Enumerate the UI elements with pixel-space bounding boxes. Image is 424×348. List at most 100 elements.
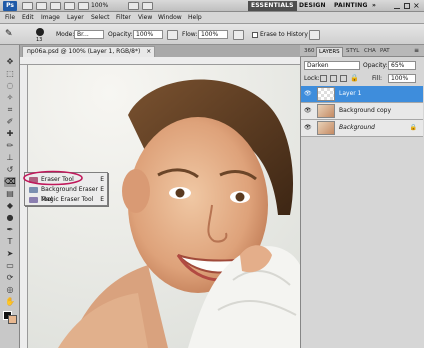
eraser-preset-icon[interactable]: ✎ — [5, 30, 13, 39]
erase-history-checkbox[interactable] — [252, 32, 258, 38]
bridge-icon[interactable] — [22, 2, 33, 10]
opacity-field[interactable]: 100% — [133, 30, 163, 39]
visibility-eye-icon[interactable]: 👁 — [304, 91, 312, 97]
background-color-swatch[interactable] — [8, 315, 17, 324]
layer-thumbnail — [317, 121, 335, 135]
workspace-design[interactable]: DESIGN — [299, 1, 326, 11]
menu-file[interactable]: File — [5, 14, 15, 21]
close-icon[interactable]: × — [413, 1, 420, 10]
blur-tool-icon[interactable]: ◆ — [4, 201, 16, 211]
maximize-icon[interactable] — [404, 3, 410, 9]
horizontal-ruler — [20, 57, 300, 65]
panel-menu-icon[interactable]: ≡ — [414, 47, 419, 54]
flyout-background-eraser-tool[interactable]: Background Eraser Tool E — [27, 185, 107, 203]
3d-rotate-tool-icon[interactable]: ⟳ — [4, 273, 16, 283]
crop-tool-icon[interactable]: ⌗ — [4, 105, 16, 115]
flow-label: Flow: — [182, 31, 198, 38]
lock-all-icon[interactable]: 🔒 — [350, 74, 359, 82]
3d-orbit-tool-icon[interactable]: ◎ — [4, 285, 16, 295]
menu-view[interactable]: View — [138, 14, 152, 21]
vertical-ruler — [20, 65, 28, 348]
clone-stamp-tool-icon[interactable]: ⊥ — [4, 153, 16, 163]
image-canvas[interactable] — [28, 65, 300, 348]
menu-window[interactable]: Window — [158, 14, 182, 21]
eyedropper-tool-icon[interactable]: ✐ — [4, 117, 16, 127]
screen-mode-icon[interactable] — [142, 2, 153, 10]
workspace-essentials[interactable]: ESSENTIALS — [248, 1, 297, 11]
dodge-tool-icon[interactable]: ● — [4, 213, 16, 223]
lock-transparent-icon[interactable] — [320, 75, 327, 82]
layer-thumbnail — [317, 104, 335, 118]
eraser-tool-icon[interactable]: ⌫ — [4, 177, 16, 187]
airbrush-icon[interactable] — [233, 30, 244, 40]
menu-bar: File Edit Image Layer Select Filter View… — [0, 12, 424, 24]
marquee-tool-icon[interactable]: ⬚ — [4, 69, 16, 79]
blend-mode-select[interactable]: Darken — [304, 61, 360, 70]
layer-row-background[interactable]: 👁 Background 🔒 — [301, 120, 423, 137]
tablet-pressure-opacity-icon[interactable] — [167, 30, 178, 40]
shape-tool-icon[interactable]: ▭ — [4, 261, 16, 271]
tab-layers[interactable]: LAYERS — [316, 47, 343, 57]
layer-row-background-copy[interactable]: 👁 Background copy — [301, 103, 423, 120]
lock-image-icon[interactable] — [330, 75, 337, 82]
layer-name: Background — [339, 124, 375, 131]
hand-tool-icon[interactable] — [64, 2, 75, 10]
type-tool-icon[interactable]: T — [4, 237, 16, 247]
menu-filter[interactable]: Filter — [116, 14, 131, 21]
fill-label: Fill: — [372, 75, 383, 82]
lasso-tool-icon[interactable]: ◌ — [4, 81, 16, 91]
layer-opacity-field[interactable]: 65% — [388, 61, 416, 70]
healing-brush-tool-icon[interactable]: ✚ — [4, 129, 16, 139]
tab-paths[interactable]: PAT — [378, 47, 392, 57]
workspace-more[interactable]: » — [372, 1, 376, 11]
layer-name: Background copy — [339, 107, 392, 114]
flyout-magic-eraser-tool[interactable]: Magic Eraser Tool E — [27, 195, 107, 205]
flow-field[interactable]: 100% — [198, 30, 228, 39]
history-brush-tool-icon[interactable]: ↺ — [4, 165, 16, 175]
quick-select-tool-icon[interactable]: ✧ — [4, 93, 16, 103]
visibility-eye-icon[interactable]: 👁 — [304, 125, 312, 131]
zoom-tool-icon[interactable] — [78, 2, 89, 10]
options-bar: ✎ 13 Mode: Br... Opacity: 100% Flow: 100… — [0, 24, 424, 45]
menu-layer[interactable]: Layer — [67, 14, 84, 21]
portrait-image — [28, 65, 300, 348]
tab-channels[interactable]: CHA — [362, 47, 378, 57]
photoshop-logo: Ps — [3, 1, 17, 11]
document-tab[interactable]: пр06a.psd @ 100% (Layer 1, RGB/8*) × — [22, 46, 156, 57]
mode-label: Mode: — [56, 31, 75, 38]
panel-tabs: 360 LAYERS STYL CHA PAT ≡ — [300, 45, 424, 57]
layer-thumbnail — [317, 87, 335, 101]
document-title: пр06a.psd @ 100% (Layer 1, RGB/8*) — [27, 48, 141, 55]
brush-preview-icon[interactable] — [36, 28, 44, 36]
flyout-background-eraser-shortcut: E — [100, 186, 104, 193]
zoom-level[interactable]: 100% — [91, 2, 108, 9]
path-selection-tool-icon[interactable]: ➤ — [4, 249, 16, 259]
layer-row-layer-1[interactable]: 👁 Layer 1 — [301, 86, 423, 103]
menu-select[interactable]: Select — [91, 14, 110, 21]
brush-tool-icon[interactable]: ✏ — [4, 141, 16, 151]
gradient-tool-icon[interactable]: ▤ — [4, 189, 16, 199]
menu-help[interactable]: Help — [188, 14, 202, 21]
menu-image[interactable]: Image — [41, 14, 60, 21]
fill-field[interactable]: 100% — [388, 74, 416, 83]
mode-select[interactable]: Br... — [74, 30, 104, 39]
visibility-eye-icon[interactable]: 👁 — [304, 108, 312, 114]
tab-360[interactable]: 360 — [302, 47, 317, 57]
arrange-documents-icon[interactable] — [128, 2, 139, 10]
hand-tool-icon-toolbox[interactable]: ✋ — [4, 297, 16, 307]
minimize-icon[interactable] — [394, 3, 400, 9]
extras-icon[interactable] — [50, 2, 61, 10]
workspace-painting[interactable]: PAINTING — [334, 1, 368, 11]
pen-tool-icon[interactable]: ✒ — [4, 225, 16, 235]
flyout-magic-eraser-shortcut: E — [100, 196, 104, 203]
move-tool-icon[interactable]: ✥ — [4, 57, 16, 67]
menu-edit[interactable]: Edit — [22, 14, 34, 21]
background-eraser-icon — [29, 187, 38, 193]
tab-styles[interactable]: STYL — [344, 47, 361, 57]
layer-lock-icon: 🔒 — [409, 124, 417, 131]
erase-history-label: Erase to History — [260, 31, 308, 38]
minibridge-icon[interactable] — [36, 2, 47, 10]
tablet-pressure-size-icon[interactable] — [309, 30, 320, 40]
document-close-icon[interactable]: × — [146, 47, 151, 57]
lock-position-icon[interactable] — [340, 75, 347, 82]
